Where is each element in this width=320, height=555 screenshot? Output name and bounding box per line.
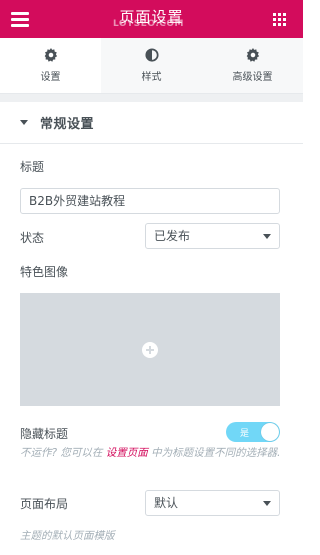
toggle-knob	[261, 423, 279, 441]
top-bar: 页面设置 LOYSEO.COM	[0, 0, 303, 38]
featured-image-picker[interactable]	[20, 293, 280, 406]
title-input[interactable]: B2B外贸建站教程	[20, 188, 280, 214]
tab-settings[interactable]: 设置	[0, 38, 101, 93]
add-image-icon	[142, 341, 158, 358]
section-title: 常规设置	[40, 117, 95, 132]
settings-page-link[interactable]: 设置页面	[106, 447, 148, 459]
desc-text-after: 中为标题设置不同的选择器.	[147, 447, 281, 459]
page-layout-select[interactable]: 默认	[145, 490, 280, 516]
page-layout-description: 主题的默认页面模版	[20, 530, 115, 542]
status-label: 状态	[20, 231, 45, 245]
menu-icon[interactable]	[11, 12, 29, 27]
page-layout-label: 页面布局	[20, 497, 69, 511]
settings-panel: 常规设置 标题 B2B外贸建站教程 状态 已发布 特色图像 隐藏标题 是 不运作…	[0, 94, 303, 555]
featured-image-label: 特色图像	[20, 265, 69, 279]
caret-down-icon	[20, 120, 28, 125]
tab-settings-label: 设置	[40, 72, 61, 83]
title-label: 标题	[20, 160, 45, 174]
hide-title-toggle[interactable]: 是	[226, 422, 280, 442]
status-select-value: 已发布	[154, 229, 191, 243]
status-select[interactable]: 已发布	[145, 223, 280, 249]
half-circle-icon	[144, 48, 159, 62]
chevron-down-icon	[263, 234, 271, 239]
apps-grid-icon[interactable]	[273, 13, 286, 26]
watermark: LOYSEO.COM	[113, 19, 184, 29]
tab-style[interactable]: 样式	[101, 38, 202, 93]
general-settings-section: 常规设置 标题 B2B外贸建站教程 状态 已发布 特色图像 隐藏标题 是 不运作…	[0, 102, 303, 555]
desc-text-before: 不运作? 您可以在	[20, 447, 106, 459]
gear-icon	[44, 48, 57, 62]
section-header[interactable]: 常规设置	[0, 102, 303, 144]
tab-advanced-label: 高级设置	[232, 72, 273, 83]
gear-icon	[246, 48, 259, 62]
hide-title-description: 不运作? 您可以在 设置页面 中为标题设置不同的选择器.	[20, 445, 284, 461]
tab-style-label: 样式	[141, 72, 162, 83]
panel-tabs: 设置 样式 高级设置	[0, 38, 303, 94]
hide-title-label: 隐藏标题	[20, 427, 69, 441]
chevron-down-icon	[263, 501, 271, 506]
toggle-label: 是	[240, 429, 250, 439]
layout-select-value: 默认	[154, 496, 179, 510]
tab-advanced[interactable]: 高级设置	[202, 38, 303, 93]
